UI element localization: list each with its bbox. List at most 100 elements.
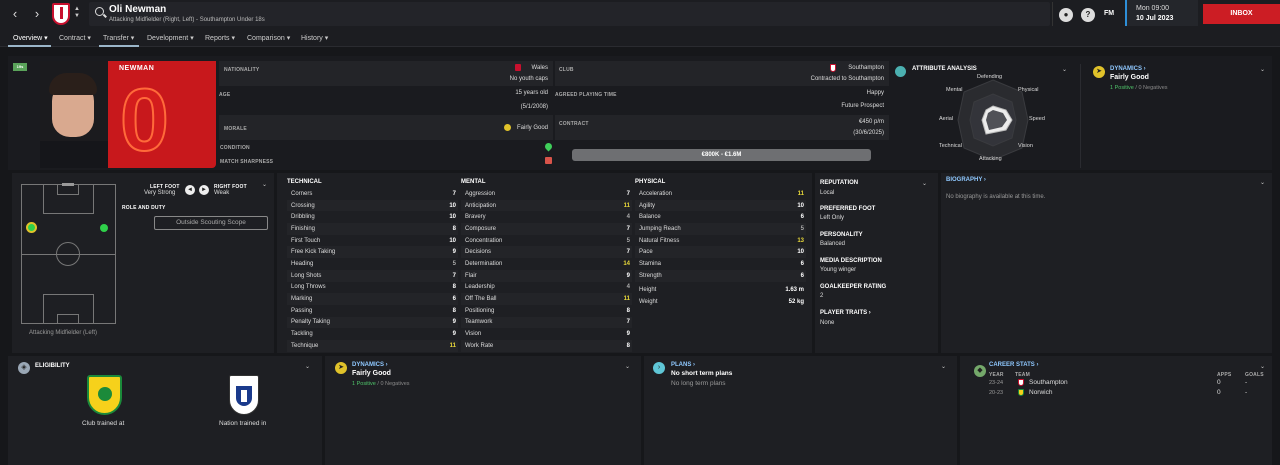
chevron-down-icon[interactable]: ⌄ bbox=[1062, 66, 1067, 73]
eligibility-panel bbox=[8, 356, 322, 465]
football-icon[interactable]: ● bbox=[1059, 8, 1073, 22]
attribute-row[interactable]: Natural Fitness 13 bbox=[635, 235, 806, 247]
attribute-row[interactable]: Vision 9 bbox=[461, 328, 632, 340]
attribute-row[interactable]: Bravery 4 bbox=[461, 211, 632, 223]
attribute-name: Technique bbox=[291, 342, 319, 349]
tab-development[interactable]: Development ▾ bbox=[147, 34, 194, 42]
scouting-scope-button[interactable]: Outside Scouting Scope bbox=[154, 216, 268, 230]
career-team-link[interactable]: Southampton bbox=[1029, 379, 1068, 386]
attribute-row[interactable]: Agility 10 bbox=[635, 199, 806, 212]
attribute-row[interactable]: Balance 6 bbox=[635, 211, 806, 223]
chevron-down-icon[interactable]: ⌄ bbox=[1260, 66, 1265, 73]
player-traits-link[interactable]: PLAYER TRAITS › bbox=[820, 310, 871, 316]
attribute-row[interactable]: Long Shots 7 bbox=[287, 269, 458, 282]
condition-label: CONDITION bbox=[220, 145, 250, 151]
attribute-row[interactable]: Pace 10 bbox=[635, 246, 806, 259]
attribute-row[interactable]: Technique 11 bbox=[287, 339, 458, 352]
attribute-row[interactable]: Teamwork 7 bbox=[461, 316, 632, 329]
attribute-row[interactable]: Aggression 7 bbox=[461, 188, 632, 200]
norwich-crest-icon bbox=[1018, 389, 1024, 396]
player-photo bbox=[40, 61, 108, 168]
attribute-value: 10 bbox=[449, 214, 456, 221]
career-stats-link[interactable]: CAREER STATS › bbox=[989, 362, 1038, 368]
value-range-bar[interactable]: €800K - €1.6M bbox=[572, 149, 871, 161]
divider bbox=[1052, 2, 1053, 26]
tab-contract[interactable]: Contract ▾ bbox=[59, 34, 91, 42]
attribute-row[interactable]: Decisions 7 bbox=[461, 246, 632, 259]
attribute-name: Finishing bbox=[291, 225, 316, 232]
attribute-analysis-icon bbox=[895, 66, 906, 77]
help-icon[interactable]: ? bbox=[1081, 8, 1095, 22]
attribute-row[interactable]: Marking 6 bbox=[287, 293, 458, 305]
chevron-down-icon[interactable]: ⌄ bbox=[262, 181, 267, 188]
playing-time-cell[interactable]: AGREED PLAYING TIME Happy Future Prospec… bbox=[555, 88, 889, 113]
attribute-name: Leadership bbox=[465, 284, 495, 291]
chevron-down-icon[interactable]: ⌄ bbox=[1260, 363, 1265, 370]
attribute-row[interactable]: Finishing 8 bbox=[287, 223, 458, 235]
attribute-row[interactable]: Work Rate 8 bbox=[461, 339, 632, 352]
chevron-down-icon[interactable]: ⌄ bbox=[941, 363, 946, 370]
chevron-down-icon[interactable]: ⌄ bbox=[1260, 179, 1265, 186]
attribute-value: 8 bbox=[452, 307, 456, 314]
attribute-row[interactable]: Anticipation 11 bbox=[461, 199, 632, 212]
attribute-row[interactable]: Stamina 6 bbox=[635, 258, 806, 270]
attribute-row[interactable]: Flair 9 bbox=[461, 269, 632, 282]
attribute-row[interactable]: Long Throws 8 bbox=[287, 282, 458, 294]
biography-link[interactable]: BIOGRAPHY › bbox=[946, 177, 986, 183]
attribute-value: 7 bbox=[626, 225, 630, 232]
attribute-row[interactable]: Composure 7 bbox=[461, 223, 632, 235]
norwich-crest-icon[interactable] bbox=[87, 375, 122, 415]
attribute-row[interactable]: Concentration 5 bbox=[461, 235, 632, 247]
career-icon: ◆ bbox=[974, 365, 986, 377]
dynamics-link[interactable]: DYNAMICS › bbox=[1110, 66, 1146, 72]
forward-icon[interactable]: › bbox=[29, 6, 45, 22]
inbox-button[interactable]: INBOX bbox=[1203, 4, 1280, 24]
tab-history[interactable]: History ▾ bbox=[301, 34, 328, 42]
chevron-down-icon[interactable]: ⌄ bbox=[922, 180, 927, 187]
tab-transfer[interactable]: Transfer ▾ bbox=[103, 34, 134, 42]
attribute-row[interactable]: Heading 5 bbox=[287, 258, 458, 270]
dynamics-link[interactable]: DYNAMICS › bbox=[352, 362, 388, 368]
attribute-row[interactable]: Determination 14 bbox=[461, 258, 632, 270]
career-team-link[interactable]: Norwich bbox=[1029, 389, 1052, 396]
plans-link[interactable]: PLANS › bbox=[671, 362, 695, 368]
position-marker-right bbox=[100, 224, 108, 232]
tab-comparison[interactable]: Comparison ▾ bbox=[247, 34, 290, 42]
attribute-row[interactable]: Positioning 8 bbox=[461, 305, 632, 317]
attribute-row[interactable]: Crossing 10 bbox=[287, 199, 458, 212]
attribute-row[interactable]: Passing 8 bbox=[287, 305, 458, 317]
up-down-icon[interactable]: ▲ ▼ bbox=[74, 6, 80, 20]
nationality-cell[interactable]: NATIONALITY Wales No youth caps bbox=[219, 61, 553, 86]
morale-cell[interactable]: MORALE Fairly Good bbox=[219, 115, 553, 140]
attribute-row[interactable]: Free Kick Taking 9 bbox=[287, 246, 458, 259]
club-crest-icon bbox=[830, 64, 836, 72]
attribute-row[interactable]: Leadership 4 bbox=[461, 282, 632, 294]
attribute-row[interactable]: First Touch 10 bbox=[287, 235, 458, 247]
chevron-down-icon[interactable]: ⌄ bbox=[625, 363, 630, 370]
chevron-down-icon[interactable]: ⌄ bbox=[305, 363, 310, 370]
club-crest-icon[interactable] bbox=[52, 3, 70, 25]
tab-overview[interactable]: Overview ▾ bbox=[13, 34, 48, 42]
attribute-row[interactable]: Strength 6 bbox=[635, 269, 806, 282]
attribute-name: Penalty Taking bbox=[291, 319, 330, 326]
attribute-value: 8 bbox=[626, 307, 630, 314]
fm-menu[interactable]: FM bbox=[1104, 10, 1114, 17]
england-crest-icon[interactable] bbox=[229, 375, 259, 415]
club-cell[interactable]: CLUB Southampton Contracted to Southampt… bbox=[555, 61, 889, 86]
attribute-row[interactable]: Penalty Taking 9 bbox=[287, 316, 458, 329]
date-display[interactable]: Mon 09:00 10 Jul 2023 bbox=[1125, 0, 1198, 26]
attribute-row[interactable]: Acceleration 11 bbox=[635, 188, 806, 200]
attribute-row[interactable]: Corners 7 bbox=[287, 188, 458, 200]
contract-cell[interactable]: CONTRACT €450 p/m (30/6/2025) bbox=[555, 115, 889, 140]
tab-reports[interactable]: Reports ▾ bbox=[205, 34, 235, 42]
search-bar[interactable]: Oli Newman Attacking Midfielder (Right, … bbox=[89, 2, 1050, 26]
back-icon[interactable]: ‹ bbox=[7, 6, 23, 22]
attribute-value: 6 bbox=[800, 214, 804, 221]
search-icon[interactable] bbox=[95, 7, 104, 16]
attribute-value: 5 bbox=[452, 260, 456, 267]
attribute-row[interactable]: Off The Ball 11 bbox=[461, 293, 632, 305]
attribute-row[interactable]: Jumping Reach 5 bbox=[635, 223, 806, 235]
attribute-row[interactable]: Tackling 9 bbox=[287, 328, 458, 340]
attribute-name: First Touch bbox=[291, 237, 321, 244]
attribute-row[interactable]: Dribbling 10 bbox=[287, 211, 458, 223]
